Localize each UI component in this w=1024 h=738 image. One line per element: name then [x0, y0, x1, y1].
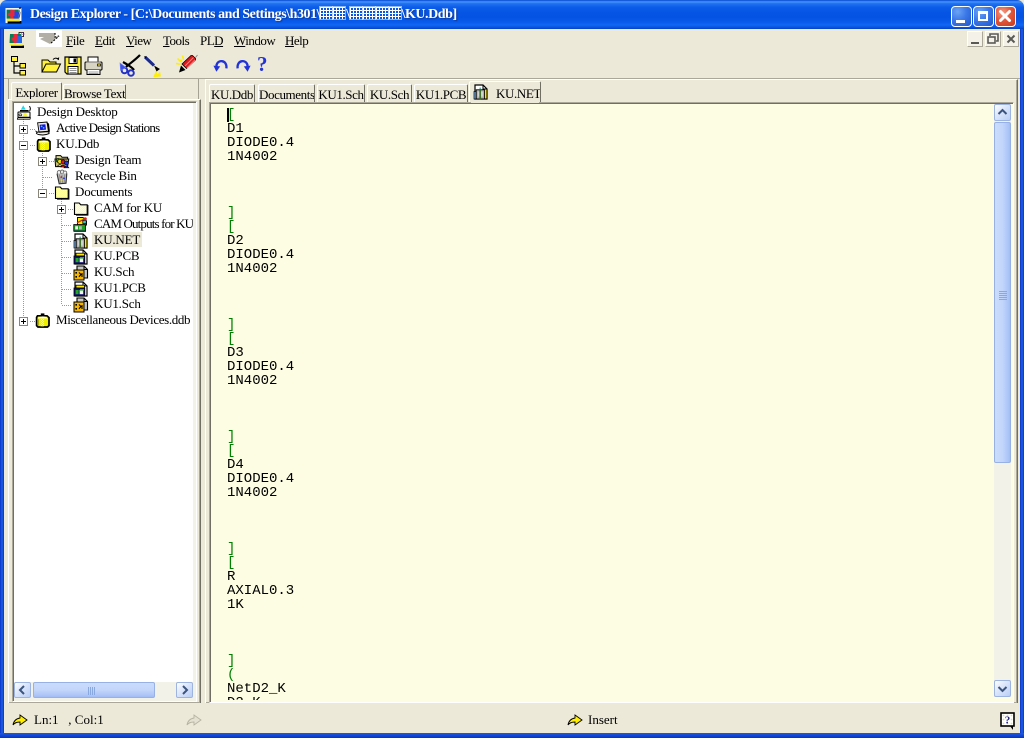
svg-text:?: ?: [1005, 715, 1011, 727]
